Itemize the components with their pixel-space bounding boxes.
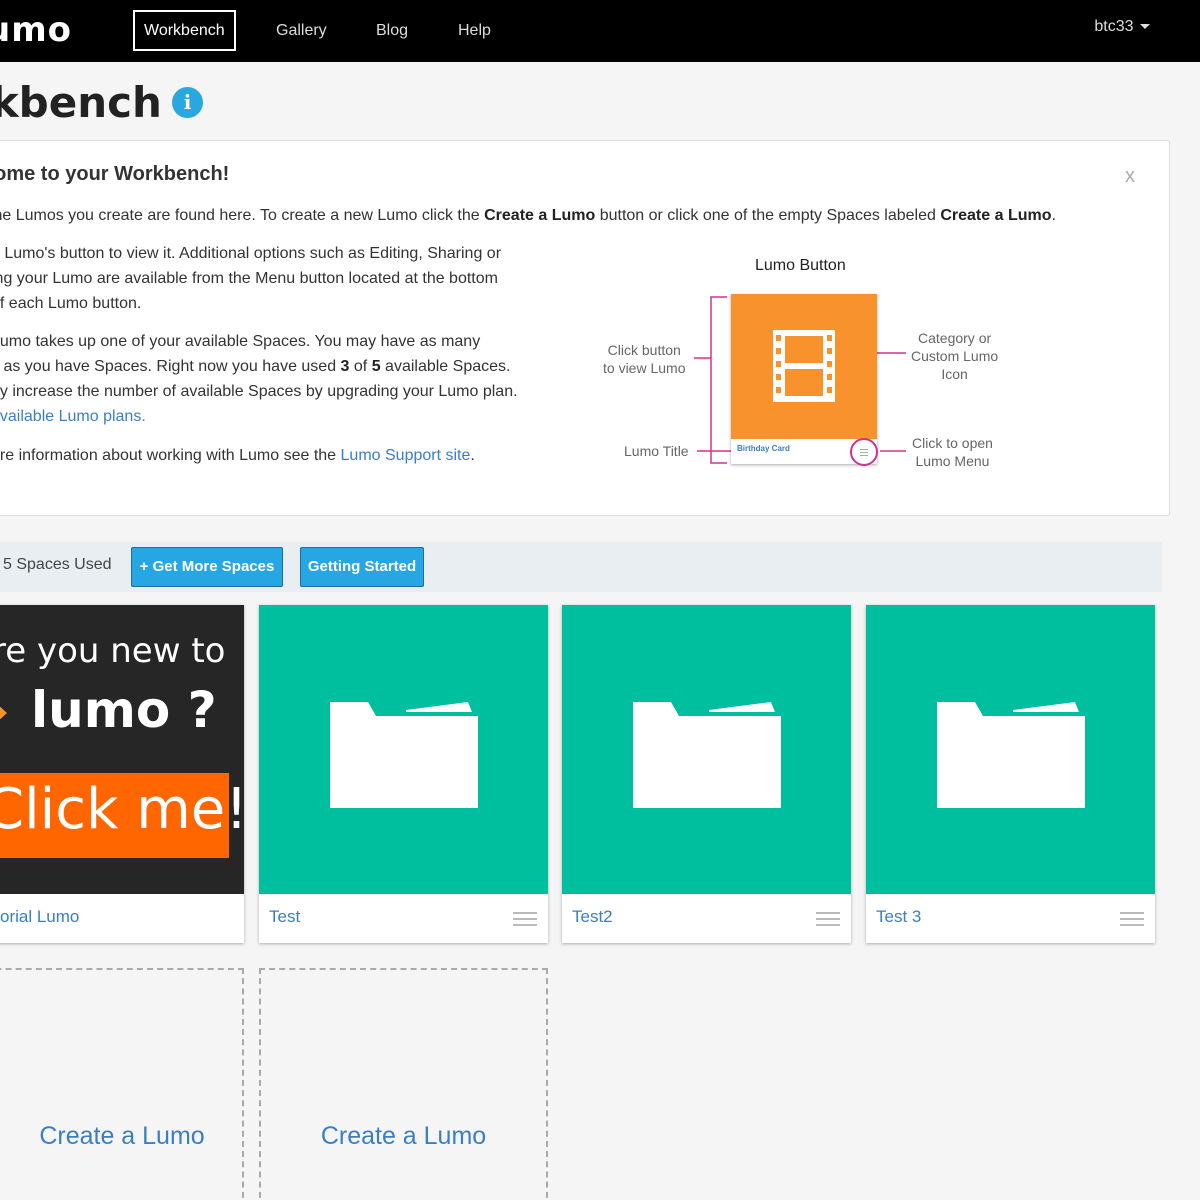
folder-icon [330, 702, 478, 808]
card-menu-icon[interactable] [513, 912, 537, 928]
card-title[interactable]: Test2 [572, 907, 613, 927]
lumo-arrow-icon [0, 693, 7, 733]
tutorial-lumo-card[interactable]: re you new to lumo ? Click me! orial Lum… [0, 605, 244, 943]
card-menu-icon[interactable] [1120, 912, 1144, 928]
welcome-panel: come to your Workbench! x the Lumos you … [0, 140, 1170, 516]
click-me-banner[interactable]: Click me! [0, 773, 244, 858]
demo-card-title: Birthday Card [737, 444, 790, 453]
film-icon [773, 330, 835, 402]
nav-help[interactable]: Help [458, 10, 491, 51]
info-icon[interactable]: i [172, 87, 203, 118]
user-menu[interactable]: btc33 [1094, 18, 1150, 36]
diagram-lines [694, 296, 906, 464]
demo-menu-icon [850, 438, 878, 466]
folder-icon [937, 702, 1085, 808]
empty-space[interactable]: Create a Lumo [259, 968, 548, 1200]
spaces-bar: 5 Spaces Used + Get More Spaces Getting … [0, 542, 1162, 592]
card-thumb[interactable] [259, 605, 548, 894]
create-lumo-link[interactable]: Create a Lumo [261, 1122, 546, 1151]
empty-space[interactable]: Create a Lumo [0, 968, 244, 1200]
caret-down-icon [1140, 24, 1150, 30]
spaces-used-text: 5 Spaces Used [3, 556, 112, 573]
tutorial-lumo-text: lumo ? [31, 681, 217, 739]
card-menu-icon[interactable] [816, 912, 840, 928]
demo-lumo-button: Birthday Card [731, 294, 877, 464]
nav-gallery[interactable]: Gallery [276, 10, 327, 51]
card-thumb[interactable] [562, 605, 851, 894]
page-title: rkbench [0, 78, 162, 127]
card-title[interactable]: Test 3 [876, 907, 921, 927]
click-me-text: Click me! [0, 777, 244, 842]
navbar: umo Workbench Gallery Blog Help btc33 [0, 0, 1200, 62]
getting-started-button[interactable]: Getting Started [300, 547, 424, 587]
lumo-card[interactable]: Test 3 [866, 605, 1155, 943]
get-more-spaces-button[interactable]: + Get More Spaces [131, 547, 283, 587]
tutorial-headline: re you new to [0, 631, 226, 671]
create-lumo-link[interactable]: Create a Lumo [0, 1122, 242, 1151]
card-thumb[interactable] [866, 605, 1155, 894]
lumo-card[interactable]: Test [259, 605, 548, 943]
card-title[interactable]: orial Lumo [0, 907, 79, 927]
nav-workbench[interactable]: Workbench [133, 10, 236, 51]
folder-icon [633, 702, 781, 808]
brand-logo[interactable]: umo [0, 10, 72, 50]
tutorial-thumb[interactable]: re you new to lumo ? Click me! [0, 605, 244, 894]
demo-card-thumb [731, 294, 877, 439]
card-title[interactable]: Test [269, 907, 300, 927]
user-name: btc33 [1094, 18, 1134, 35]
nav-blog[interactable]: Blog [376, 10, 408, 51]
lumo-card[interactable]: Test2 [562, 605, 851, 943]
